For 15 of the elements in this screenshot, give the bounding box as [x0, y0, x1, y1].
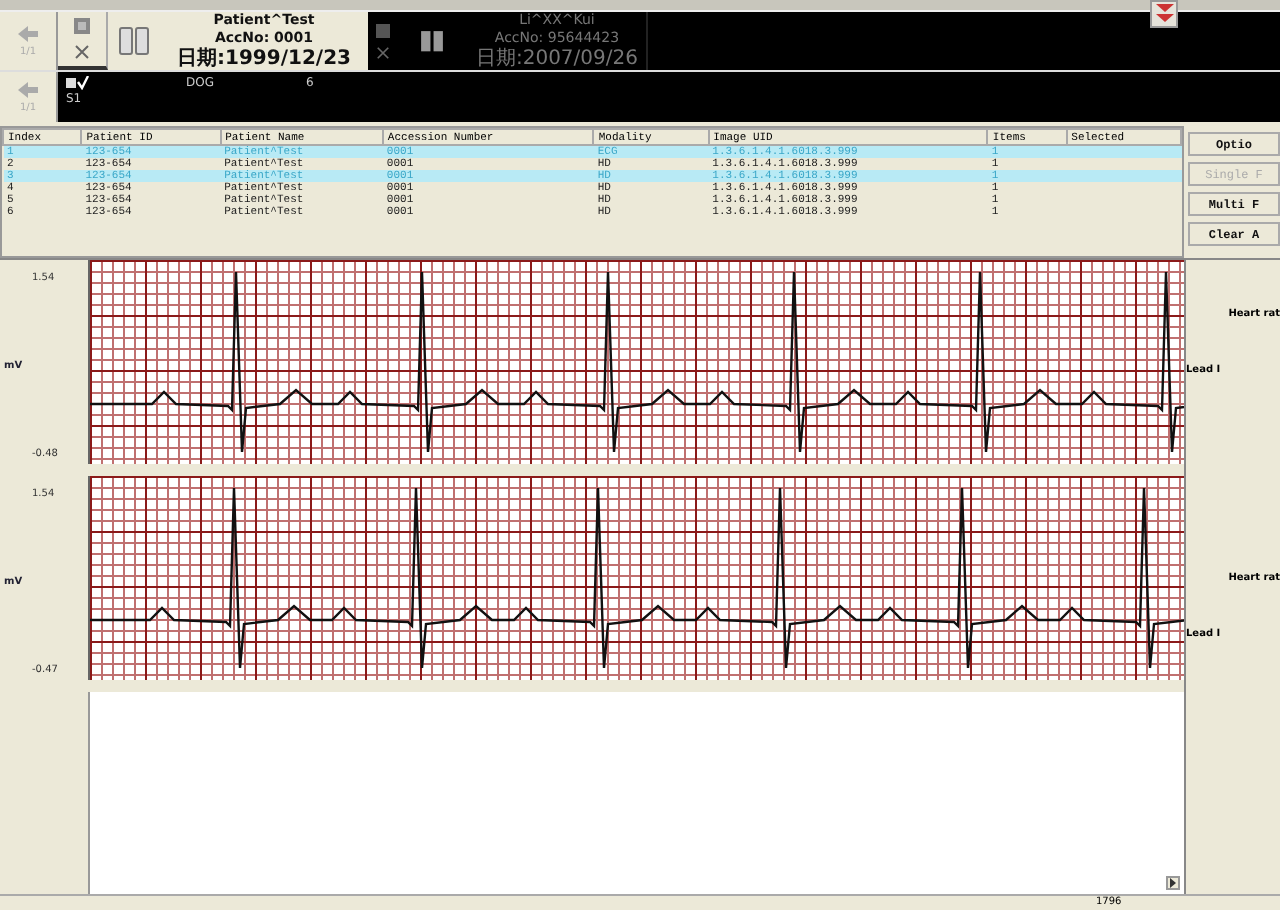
grid-icon[interactable] [376, 23, 390, 37]
left-arrow-icon[interactable] [18, 25, 38, 41]
right-arrow-icon [1170, 878, 1176, 888]
grid-icon[interactable] [74, 17, 90, 34]
close-icon[interactable] [376, 45, 390, 59]
expand-button[interactable] [1150, 0, 1178, 28]
binoculars-icon[interactable] [116, 23, 152, 59]
binoculars-icon[interactable] [418, 27, 447, 55]
study-date: 日期:1999/12/23 [177, 48, 351, 70]
study-date: 日期:2007/09/26 [475, 48, 638, 70]
left-arrow-icon[interactable] [18, 81, 38, 97]
double-down-arrow-icon [1155, 4, 1173, 24]
folder-check-icon [66, 76, 90, 90]
close-icon[interactable] [74, 44, 90, 61]
scroll-right-button[interactable] [1166, 876, 1180, 890]
